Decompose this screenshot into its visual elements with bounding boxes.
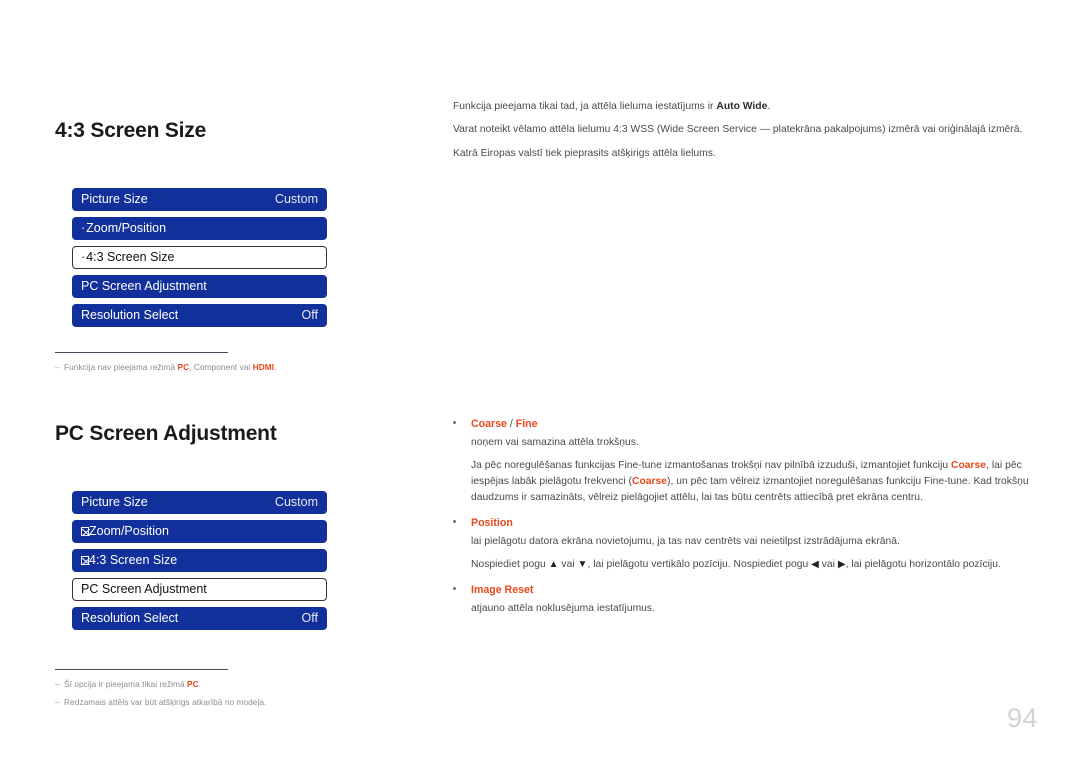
osd-label: 4:3 Screen Size: [89, 553, 178, 568]
bullet-group-coarse-fine: Coarse / Fine noņem vai samazina attēla …: [453, 418, 1033, 506]
osd-menu-screen-size: Picture Size Custom · Zoom/Position · 4:…: [72, 188, 327, 333]
bullet-dot-icon: [453, 586, 456, 590]
osd-row-resolution-select[interactable]: Resolution Select Off: [72, 304, 327, 327]
bullet-heading: Position: [453, 517, 1033, 529]
intro-paragraph: Katrā Eiropas valstī tiek pieprasits atš…: [453, 147, 716, 159]
bullet-list: Coarse / Fine noņem vai samazina attēla …: [453, 418, 1033, 628]
page-title-pc-screen-adjustment: PC Screen Adjustment: [55, 422, 277, 446]
osd-label: Picture Size: [81, 495, 148, 510]
footnote-block-pc-screen-adjustment: – Šī opcija ir pieejama tikai režimā PC.…: [55, 669, 415, 714]
footnote-block-screen-size: – Funkcija nav pieejama režimā PC, Compo…: [55, 352, 415, 379]
footnote-text: Funkcija nav pieejama režimā PC, Compone…: [64, 362, 277, 372]
osd-label: Resolution Select: [81, 611, 179, 626]
osd-row-resolution-select[interactable]: Resolution Select Off: [72, 607, 327, 630]
bullet-group-image-reset: Image Reset atjauno attēla noklusējuma i…: [453, 584, 1033, 617]
missing-glyph-icon: [81, 556, 89, 565]
bullet-body: noņem vai samazina attēla trokšņus.: [471, 437, 639, 448]
page-number: 94: [1006, 703, 1038, 733]
bullet-title: Coarse / Fine: [471, 418, 538, 430]
osd-label: Zoom/Position: [89, 524, 169, 539]
footnote-dash: –: [55, 697, 60, 708]
osd-label: PC Screen Adjustment: [81, 582, 207, 597]
bullet-heading: Image Reset: [453, 584, 1033, 596]
osd-row-picture-size[interactable]: Picture Size Custom: [72, 188, 327, 211]
bullet-prefix-icon: ·: [81, 221, 86, 236]
bullet-dot-icon: [453, 421, 456, 424]
document-page: 4:3 Screen Size Picture Size Custom · Zo…: [0, 0, 1080, 763]
intro-paragraphs: Funkcija pieejama tikai tad, ja attēla l…: [453, 99, 1033, 169]
bullet-group-position: Position lai pielāgotu datora ekrāna nov…: [453, 517, 1033, 573]
bullet-title: Position: [471, 516, 513, 529]
bullet-body: lai pielāgotu datora ekrāna novietojumu,…: [471, 535, 900, 547]
osd-label: Zoom/Position: [86, 221, 167, 236]
osd-label: Resolution Select: [81, 308, 179, 323]
footnote-item: – Redzamais attēls var būt atšķirigs atk…: [55, 696, 415, 708]
osd-row-zoom-position[interactable]: · Zoom/Position: [72, 217, 327, 240]
osd-value: Custom: [274, 495, 318, 510]
osd-row-zoom-position[interactable]: Zoom/Position: [72, 520, 327, 543]
footnote-item: – Funkcija nav pieejama režimā PC, Compo…: [55, 361, 415, 373]
osd-row-4-3-screen-size[interactable]: 4:3 Screen Size: [72, 549, 327, 572]
intro-paragraph: Funkcija pieejama tikai tad, ja attēla l…: [453, 101, 771, 112]
footnote-dash: –: [55, 679, 60, 689]
intro-paragraph: Varat noteikt vēlamo attēla lielumu 4:3 …: [453, 124, 1023, 136]
bullet-body: atjauno attēla noklusējuma iestatījumus.: [471, 602, 655, 614]
bullet-dot-icon: [453, 519, 456, 523]
osd-label: Picture Size: [81, 192, 148, 207]
left-column: 4:3 Screen Size Picture Size Custom · Zo…: [55, 0, 435, 763]
bullet-prefix-icon: ·: [81, 250, 86, 265]
footnote-divider: [55, 352, 228, 353]
osd-value: Off: [301, 308, 318, 323]
footnote-text: Šī opcija ir pieejama tikai režimā PC.: [64, 679, 202, 689]
footnote-divider: [55, 669, 228, 670]
page-title-screen-size: 4:3 Screen Size: [55, 119, 207, 143]
footnote-text: Redzamais attēls var būt atšķirigs atkar…: [64, 697, 267, 708]
footnote-dash: –: [55, 362, 60, 372]
missing-glyph-icon: [81, 527, 89, 536]
osd-value: Off: [301, 611, 318, 626]
osd-label: PC Screen Adjustment: [81, 279, 207, 294]
footnote-item: – Šī opcija ir pieejama tikai režimā PC.: [55, 678, 415, 690]
osd-label: 4:3 Screen Size: [86, 250, 175, 265]
osd-row-4-3-screen-size[interactable]: · 4:3 Screen Size: [72, 246, 327, 269]
osd-value: Custom: [274, 192, 318, 207]
osd-row-pc-screen-adjustment[interactable]: PC Screen Adjustment: [72, 578, 327, 601]
bullet-title: Image Reset: [471, 583, 534, 596]
osd-menu-pc-screen-adjustment: Picture Size Custom Zoom/Position 4:3 Sc…: [72, 491, 327, 636]
bullet-body: Ja pēc noregulēšanas funkcijas Fine-tune…: [471, 459, 1029, 503]
bullet-heading: Coarse / Fine: [453, 418, 1033, 430]
osd-row-pc-screen-adjustment[interactable]: PC Screen Adjustment: [72, 275, 327, 298]
osd-row-picture-size[interactable]: Picture Size Custom: [72, 491, 327, 514]
bullet-body: Nospiediet pogu ▲ vai ▼, lai pielāgotu v…: [471, 558, 1001, 570]
